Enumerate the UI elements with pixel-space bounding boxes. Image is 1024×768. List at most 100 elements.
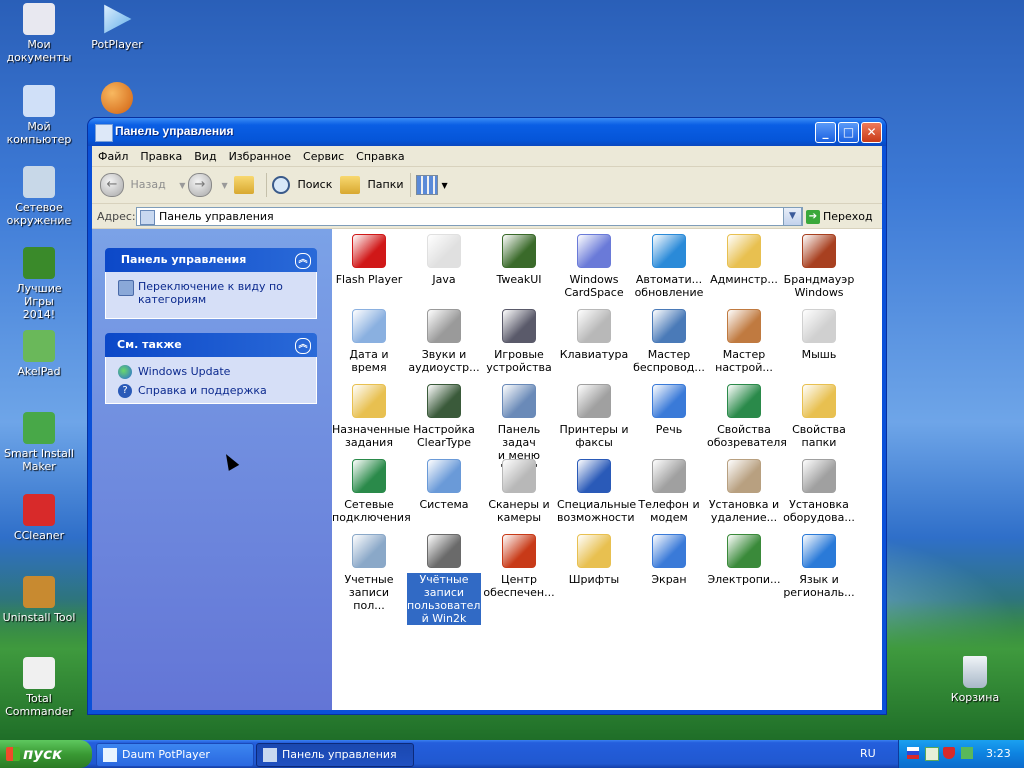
start-button[interactable]: пуск xyxy=(0,740,92,768)
desktop-icon[interactable]: CCleaner xyxy=(0,494,78,542)
cp-item[interactable]: Установка и удаление... xyxy=(707,459,781,524)
cp-item[interactable]: Шрифты xyxy=(557,534,631,586)
potplayer-task-icon xyxy=(103,748,117,762)
desktop-icon[interactable]: Сетевое окружение xyxy=(0,166,78,227)
language-indicator[interactable]: RU xyxy=(860,747,876,760)
cp-item[interactable]: Дата и время xyxy=(332,309,406,374)
address-dropdown-icon[interactable]: ▼ xyxy=(783,207,802,226)
forward-button[interactable]: → ▼ xyxy=(188,172,228,198)
back-dropdown-icon[interactable]: ▼ xyxy=(179,181,185,190)
cp-item[interactable]: Центр обеспечен... xyxy=(482,534,556,599)
category-view-icon xyxy=(118,280,134,296)
switch-to-category-view-link[interactable]: Переключение к виду по категориям xyxy=(118,280,308,306)
desktop-icon[interactable]: Мой компьютер xyxy=(0,85,78,146)
cp-item-label: Установка оборудова... xyxy=(783,498,855,524)
cp-item[interactable]: Сканеры и камеры xyxy=(482,459,556,524)
cp-item[interactable]: Java xyxy=(407,234,481,286)
go-button[interactable]: ➔ Переход xyxy=(806,207,878,226)
desktop-icon[interactable]: Smart Install Maker xyxy=(0,412,78,473)
taskbar-button[interactable]: Панель управления xyxy=(256,743,414,767)
cp-item[interactable]: Система xyxy=(407,459,481,511)
minimize-button[interactable]: _ xyxy=(815,122,836,143)
cp-item[interactable]: Админстр... xyxy=(707,234,781,286)
app-globe-icon xyxy=(101,82,133,114)
menu-item[interactable]: Правка xyxy=(134,146,188,163)
cp-item[interactable]: Язык и региональ... xyxy=(782,534,856,599)
desktop-icon[interactable]: Uninstall Tool xyxy=(0,576,78,624)
desktop-icon-recycle-bin[interactable]: Корзина xyxy=(936,656,1014,704)
cp-item[interactable]: Игровые устройства xyxy=(482,309,556,374)
desktop-icon-potplayer[interactable]: PotPlayer xyxy=(78,3,156,51)
menu-item[interactable]: Избранное xyxy=(223,146,297,163)
clock[interactable]: 3:23 xyxy=(986,747,1011,760)
security-shield-icon[interactable] xyxy=(943,747,955,759)
panel-header[interactable]: См. также ︽ xyxy=(105,333,317,357)
control-panel-panel: Панель управления ︽ Переключение к виду … xyxy=(105,248,317,319)
cp-item[interactable]: Назначенные задания xyxy=(332,384,410,449)
cp-item[interactable]: Принтеры и факсы xyxy=(557,384,631,449)
address-input[interactable]: Панель управления xyxy=(136,207,803,226)
close-button[interactable]: ✕ xyxy=(861,122,882,143)
desktop-icon[interactable]: Мои документы xyxy=(0,3,78,64)
cp-item-label: Автомати... обновление xyxy=(634,273,704,299)
tray-app-icon[interactable] xyxy=(925,747,939,761)
menu-item[interactable]: Вид xyxy=(188,146,222,163)
desktop-icon[interactable]: Лучшие Игры 2014! xyxy=(0,247,78,321)
cp-item[interactable]: Учётные записи пользователе й Win2k xyxy=(407,534,488,625)
window-titlebar[interactable]: Панель управления _ □ ✕ xyxy=(88,118,886,146)
network-tray-icon[interactable] xyxy=(961,747,973,759)
forward-dropdown-icon[interactable]: ▼ xyxy=(222,181,228,190)
cp-item-label: Сканеры и камеры xyxy=(488,498,550,524)
cp-item[interactable]: Flash Player xyxy=(332,234,406,286)
taskbar-button[interactable]: Daum PotPlayer xyxy=(96,743,254,767)
cp-item-label: Язык и региональ... xyxy=(783,573,855,599)
cp-item[interactable]: Звуки и аудиоустр... xyxy=(407,309,481,374)
windows-update-link[interactable]: Windows Update xyxy=(118,365,308,379)
cp-item[interactable]: Свойства обозревателя xyxy=(707,384,787,449)
cp-item[interactable]: Клавиатура xyxy=(557,309,631,361)
desktop-icon-app[interactable] xyxy=(78,82,156,117)
cp-item[interactable]: Мышь xyxy=(782,309,856,361)
cp-item[interactable]: Настройка ClearType xyxy=(407,384,481,449)
panel-header[interactable]: Панель управления ︽ xyxy=(105,248,317,272)
cp-item[interactable]: Брандмауэр Windows xyxy=(782,234,856,299)
cp-item[interactable]: Учетные записи пол... xyxy=(332,534,406,612)
desktop-icon[interactable]: Total Commander xyxy=(0,657,78,718)
cp-item[interactable]: Установка оборудова... xyxy=(782,459,856,524)
cp-item[interactable]: Сетевые подключения xyxy=(332,459,411,524)
desktop-icon[interactable]: AkelPad xyxy=(0,330,78,378)
cp-item[interactable]: Мастер настрой... xyxy=(707,309,781,374)
cp-item[interactable]: Электропи... xyxy=(707,534,781,586)
back-button[interactable]: ← Назад ▼ xyxy=(100,172,185,198)
fonts-icon xyxy=(577,534,611,568)
cp-item[interactable]: Речь xyxy=(632,384,706,436)
menu-item[interactable]: Сервис xyxy=(297,146,350,163)
search-button[interactable]: Поиск xyxy=(272,172,332,198)
cp-item-label: Учётные записи пользователе й Win2k xyxy=(407,573,488,625)
cp-item-label: Сетевые подключения xyxy=(332,498,411,524)
maximize-button[interactable]: □ xyxy=(838,122,859,143)
folders-button[interactable]: Папки xyxy=(340,172,404,198)
cp-item[interactable]: Специальные возможности xyxy=(557,459,636,524)
views-button[interactable]: ▼ xyxy=(416,172,448,198)
cp-item[interactable]: Телефон и модем xyxy=(632,459,706,524)
flash-player-icon xyxy=(352,234,386,268)
russian-flag-icon[interactable] xyxy=(907,747,919,759)
internet-options-icon xyxy=(727,384,761,418)
collapse-chevron-icon[interactable]: ︽ xyxy=(295,338,311,354)
up-folder-button[interactable] xyxy=(234,172,254,198)
cp-item[interactable]: Автомати... обновление xyxy=(632,234,706,299)
cp-item[interactable]: TweakUI xyxy=(482,234,556,286)
menu-item[interactable]: Справка xyxy=(350,146,410,163)
cp-item[interactable]: Экран xyxy=(632,534,706,586)
date-time-icon xyxy=(352,309,386,343)
menu-item[interactable]: Файл xyxy=(92,146,134,163)
cp-item-label: Звуки и аудиоустр... xyxy=(408,348,480,374)
cp-item[interactable]: Мастер беспровод... xyxy=(632,309,706,374)
phone-modem-icon xyxy=(652,459,686,493)
cp-item-label: Мышь xyxy=(801,348,837,361)
cp-item[interactable]: Свойства папки xyxy=(782,384,856,449)
collapse-chevron-icon[interactable]: ︽ xyxy=(295,253,311,269)
cp-item[interactable]: Windows CardSpace xyxy=(557,234,631,299)
help-support-link[interactable]: ? Справка и поддержка xyxy=(118,384,308,398)
